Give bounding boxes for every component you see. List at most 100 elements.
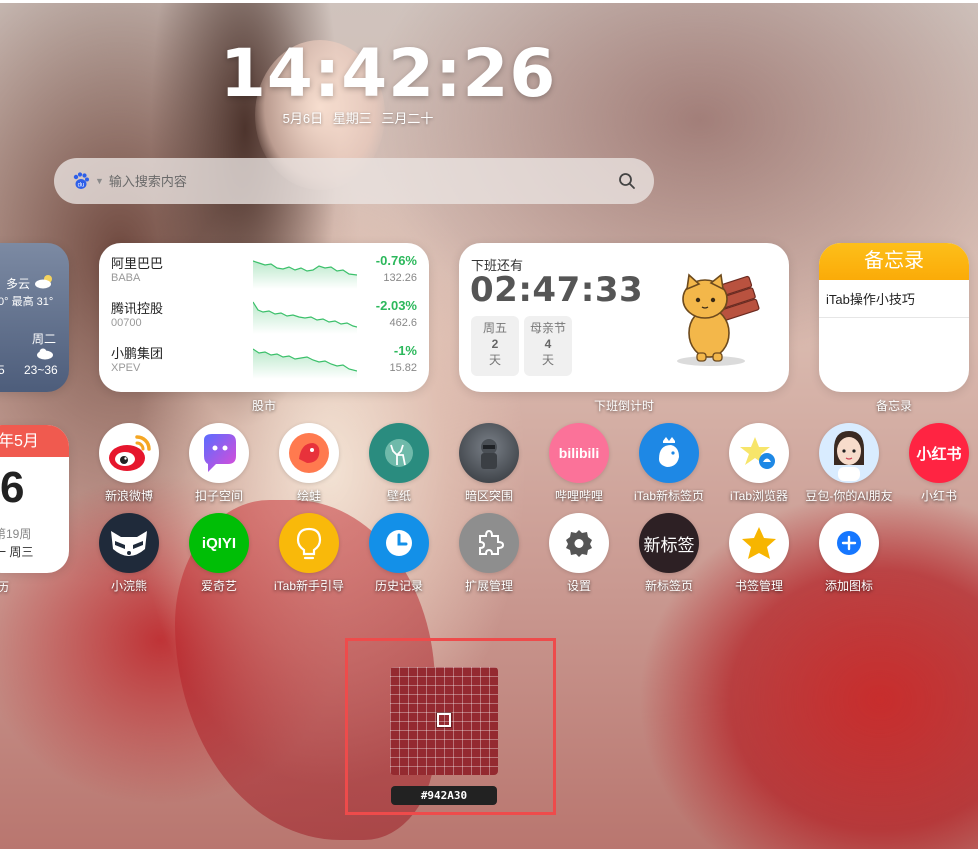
- stock-code: 00700: [111, 317, 142, 329]
- box-unit: 天: [488, 353, 501, 367]
- stock-row[interactable]: 腾讯控股 00700 -2.03% 462.6: [111, 298, 417, 343]
- offwork-box-friday: 周五 2 天: [471, 316, 519, 376]
- memo-title: 备忘录: [819, 243, 969, 280]
- search-bar[interactable]: du ▼: [54, 158, 654, 204]
- caret-down-icon[interactable]: ▼: [95, 176, 104, 186]
- stock-row[interactable]: 小鹏集团 XPEV -1% 15.82: [111, 343, 417, 388]
- app-itab-guide[interactable]: iTab新手引导: [264, 513, 354, 594]
- app-history[interactable]: 历史记录: [354, 513, 444, 594]
- app-itab-newtab[interactable]: iTab新标签页: [624, 423, 714, 504]
- stock-change: -0.76%: [375, 253, 417, 268]
- top-edge: [0, 0, 978, 3]
- stocks-caption: 股市: [251, 399, 276, 413]
- calendar-weekday: 一 周三: [0, 545, 34, 559]
- color-picker-hex: #942A30: [391, 786, 497, 805]
- puzzle-icon[interactable]: [459, 513, 519, 573]
- offwork-widget[interactable]: 下班还有 02:47:33 周五 2 天 母亲节 4 天: [459, 243, 789, 392]
- app-label: iTab浏览器: [729, 489, 788, 503]
- weather-widget[interactable]: 多云 0° 最高 31° 周二 23~36 5: [0, 243, 69, 392]
- calendar-day: 6: [0, 463, 25, 512]
- deer-wallpaper-icon[interactable]: [369, 423, 429, 483]
- coze-icon[interactable]: [189, 423, 249, 483]
- stock-price: 132.26: [383, 272, 417, 284]
- app-doubao[interactable]: 豆包-你的AI朋友: [804, 423, 894, 504]
- app-label: 书签管理: [734, 579, 783, 593]
- app-label: iTab新手引导: [273, 579, 344, 593]
- weather-range: 0° 最高 31°: [0, 296, 54, 308]
- app-coze[interactable]: 扣子空间: [174, 423, 264, 504]
- app-label: 绘蛙: [296, 489, 321, 503]
- lunar-text: 三月二十: [381, 111, 434, 126]
- app-settings[interactable]: 设置: [534, 513, 624, 594]
- magnifier-icon[interactable]: [616, 170, 638, 192]
- stocks-widget[interactable]: 阿里巴巴 BABA -0.76% 132.26 腾讯控股 00700 -2.03…: [99, 243, 429, 392]
- app-label: 添加图标: [824, 579, 873, 593]
- app-new-tab[interactable]: 新标签 新标签页: [624, 513, 714, 594]
- weather-condition: 多云: [6, 277, 31, 291]
- search-input[interactable]: [108, 173, 616, 189]
- huiwa-icon[interactable]: [279, 423, 339, 483]
- date-text: 5月6日: [282, 111, 324, 126]
- app-add-icon[interactable]: 添加图标: [804, 513, 894, 594]
- app-label: 壁纸: [386, 489, 411, 503]
- lightbulb-icon[interactable]: [279, 513, 339, 573]
- stock-change: -2.03%: [375, 298, 417, 313]
- memo-caption: 备忘录: [875, 399, 912, 413]
- app-bilibili[interactable]: bilibili 哔哩哔哩: [534, 423, 624, 504]
- offwork-caption: 下班倒计时: [593, 399, 654, 413]
- memo-widget[interactable]: 备忘录 iTab操作小技巧: [819, 243, 969, 392]
- forecast-day: 周二: [32, 332, 57, 346]
- calendar-caption: 历: [0, 580, 9, 594]
- app-bookmarks[interactable]: 书签管理: [714, 513, 804, 594]
- app-xiaohongshu[interactable]: 小红书 小红书: [894, 423, 978, 504]
- doubao-icon[interactable]: [819, 423, 879, 483]
- clock-icon[interactable]: [369, 513, 429, 573]
- xiaohongshu-icon[interactable]: 小红书: [909, 423, 969, 483]
- app-iqiyi[interactable]: iQIYI 爱奇艺: [174, 513, 264, 594]
- stock-name: 腾讯控股: [111, 301, 164, 316]
- box-label: 周五: [482, 321, 507, 335]
- app-label: 小红书: [920, 489, 957, 503]
- forecast-left-digit: 5: [0, 363, 5, 377]
- stock-price: 15.82: [389, 362, 417, 374]
- app-label: 豆包-你的AI朋友: [805, 489, 893, 503]
- app-wallpaper[interactable]: 壁纸: [354, 423, 444, 504]
- itab-browser-icon[interactable]: [729, 423, 789, 483]
- new-tab-icon[interactable]: 新标签: [639, 513, 699, 573]
- stock-name: 阿里巴巴: [111, 256, 164, 271]
- baidu-icon[interactable]: du: [70, 170, 92, 192]
- memo-item[interactable]: iTab操作小技巧: [819, 280, 969, 318]
- stock-sparkline: [253, 301, 357, 334]
- app-raccoon[interactable]: 小浣熊: [84, 513, 174, 594]
- xiaohongshu-logo-text: 小红书: [916, 445, 962, 463]
- cat-carrying-bricks-icon: [677, 273, 760, 366]
- app-arena-breakout[interactable]: 暗区突围: [444, 423, 534, 504]
- box-num: 2: [491, 337, 499, 351]
- plus-icon[interactable]: [819, 513, 879, 573]
- gear-icon[interactable]: [549, 513, 609, 573]
- stock-row[interactable]: 阿里巴巴 BABA -0.76% 132.26: [111, 253, 417, 298]
- app-weibo[interactable]: 新浪微博: [84, 423, 174, 504]
- iqiyi-icon[interactable]: iQIYI: [189, 513, 249, 573]
- bilibili-icon[interactable]: bilibili: [549, 423, 609, 483]
- box-unit: 天: [541, 353, 554, 367]
- app-huiwa[interactable]: 绘蛙: [264, 423, 354, 504]
- app-label: iTab新标签页: [633, 489, 704, 503]
- app-label: 扩展管理: [464, 579, 513, 593]
- app-label: 扣子空间: [194, 489, 243, 503]
- forecast-range: 23~36: [24, 363, 58, 377]
- app-label: 设置: [566, 579, 591, 593]
- app-label: 新标签页: [644, 579, 693, 593]
- app-label: 历史记录: [374, 579, 423, 593]
- new-tab-logo-text: 新标签: [643, 535, 695, 555]
- app-itab-browser[interactable]: iTab浏览器: [714, 423, 804, 504]
- app-label: 新浪微博: [104, 489, 153, 503]
- raccoon-icon[interactable]: [99, 513, 159, 573]
- star-icon[interactable]: [729, 513, 789, 573]
- weibo-icon[interactable]: [99, 423, 159, 483]
- itab-bird-icon[interactable]: [639, 423, 699, 483]
- arena-breakout-icon[interactable]: [459, 423, 519, 483]
- calendar-widget[interactable]: 年5月 6 第19周 一 周三: [0, 425, 69, 573]
- cloud-sun-icon: [34, 273, 56, 294]
- app-extensions[interactable]: 扩展管理: [444, 513, 534, 594]
